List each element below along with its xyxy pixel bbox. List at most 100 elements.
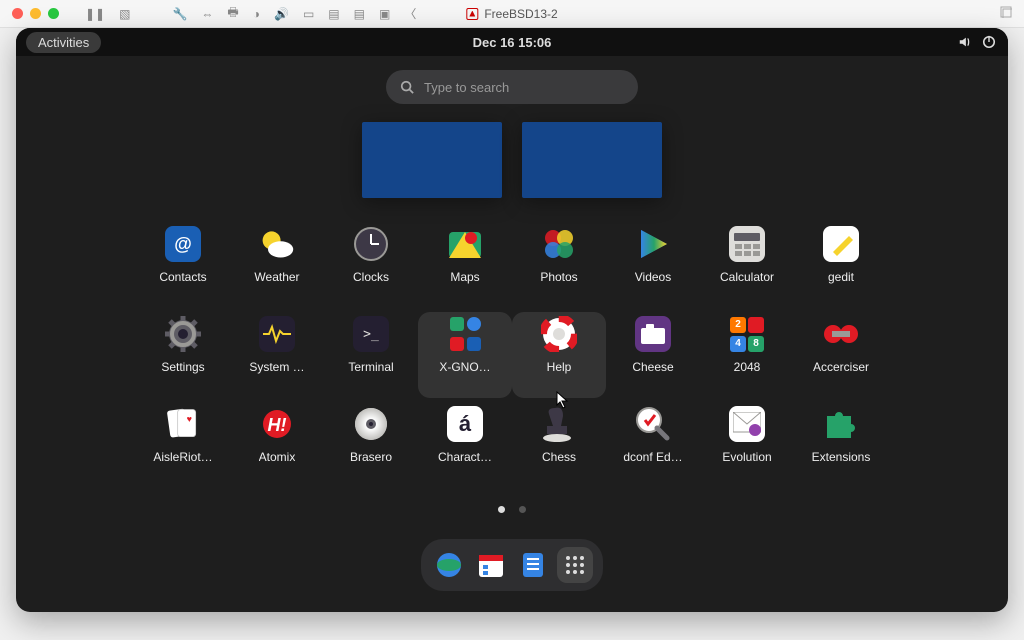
search-bar[interactable] — [386, 70, 638, 104]
app-label: gedit — [828, 270, 854, 284]
close-icon[interactable] — [12, 8, 23, 19]
app-extensions[interactable]: Extensions — [794, 402, 888, 488]
app-label: Terminal — [348, 360, 393, 374]
dash-calendar[interactable] — [473, 547, 509, 583]
printer-icon[interactable]: 🖶 — [227, 3, 238, 24]
host-title: FreeBSD13-2 — [466, 7, 557, 21]
host-titlebar: ❚❚ ▧ 🔧 ⇔ 🖶 ◑ 🔊 ▭ ▤ ▤ ▣ 〈 FreeBSD13-2 — [0, 0, 1024, 28]
app-brasero[interactable]: Brasero — [324, 402, 418, 488]
app-chess[interactable]: Chess — [512, 402, 606, 488]
guest-screen: Activities Dec 16 15:06 @ Contacts — [16, 28, 1008, 612]
svg-text:H!: H! — [268, 415, 287, 435]
gnome-topbar: Activities Dec 16 15:06 — [16, 28, 1008, 56]
dash-show-apps[interactable] — [557, 547, 593, 583]
app-label: X-GNO… — [439, 360, 490, 374]
workspace-2[interactable] — [522, 122, 662, 198]
app-cheese[interactable]: Cheese — [606, 312, 700, 398]
camera-icon[interactable]: ▭ — [303, 3, 314, 24]
app-label: Chess — [542, 450, 576, 464]
volume-icon[interactable] — [958, 35, 972, 49]
activities-button[interactable]: Activities — [26, 32, 101, 53]
app-label: dconf Ed… — [623, 450, 682, 464]
extensions-icon — [823, 406, 859, 442]
app-dconf[interactable]: dconf Ed… — [606, 402, 700, 488]
app-contacts[interactable]: @ Contacts — [136, 222, 230, 308]
folder-icon — [447, 316, 483, 352]
app-label: Help — [547, 360, 572, 374]
host-window: ❚❚ ▧ 🔧 ⇔ 🖶 ◑ 🔊 ▭ ▤ ▤ ▣ 〈 FreeBSD13-2 Act… — [0, 0, 1024, 640]
system-tray[interactable] — [958, 35, 996, 49]
app-label: Calculator — [720, 270, 774, 284]
maps-icon — [447, 226, 483, 262]
minimize-icon[interactable] — [30, 8, 41, 19]
app-label: Weather — [254, 270, 299, 284]
app-aisleriot[interactable]: ♥ AisleRiot… — [136, 402, 230, 488]
snapshot-icon[interactable]: ▧ — [119, 3, 130, 24]
accerciser-icon — [823, 316, 859, 352]
app-label: Cheese — [632, 360, 673, 374]
search-icon — [400, 80, 414, 94]
app-label: System … — [249, 360, 304, 374]
folder-icon[interactable]: ▣ — [379, 3, 390, 24]
workspace-1[interactable] — [362, 122, 502, 198]
app-help[interactable]: Help — [512, 312, 606, 398]
app-atomix[interactable]: H! Atomix — [230, 402, 324, 488]
dash — [421, 539, 603, 591]
terminal-icon: >_ — [353, 316, 389, 352]
zoom-icon[interactable] — [48, 8, 59, 19]
weather-icon — [259, 226, 295, 262]
clock-label[interactable]: Dec 16 15:06 — [473, 35, 552, 50]
activities-overview: @ Contacts Weather Clocks Maps Pho — [16, 56, 1008, 612]
gedit-icon — [823, 226, 859, 262]
app-grid: @ Contacts Weather Clocks Maps Pho — [136, 222, 888, 488]
sound-icon[interactable]: 🔊 — [274, 3, 289, 24]
back-icon[interactable]: 〈 — [404, 3, 416, 24]
app-calculator[interactable]: Calculator — [700, 222, 794, 308]
app-characters[interactable]: á Charact… — [418, 402, 512, 488]
host-expand-icon[interactable] — [1000, 5, 1012, 23]
app-xgnome-folder[interactable]: X-GNO… — [418, 312, 512, 398]
app-label: 2048 — [734, 360, 761, 374]
disk-icon[interactable]: ▤ — [328, 3, 339, 24]
app-label: Brasero — [350, 450, 392, 464]
window-controls — [12, 8, 59, 19]
app-label: Atomix — [259, 450, 296, 464]
system-monitor-icon — [259, 316, 295, 352]
app-gedit[interactable]: gedit — [794, 222, 888, 308]
app-system-monitor[interactable]: System … — [230, 312, 324, 398]
page-dot-2[interactable] — [519, 506, 526, 513]
app-label: Evolution — [722, 450, 771, 464]
settings-app-icon — [165, 316, 201, 352]
app-photos[interactable]: Photos — [512, 222, 606, 308]
app-2048[interactable]: 2 4 8 2048 — [700, 312, 794, 398]
user-icon[interactable]: ◑ — [253, 3, 260, 24]
app-clocks[interactable]: Clocks — [324, 222, 418, 308]
resize-icon[interactable]: ⇔ — [201, 3, 213, 24]
pause-icon[interactable]: ❚❚ — [85, 3, 105, 24]
page-indicator[interactable] — [498, 506, 526, 513]
app-settings[interactable]: Settings — [136, 312, 230, 398]
chess-icon — [541, 406, 577, 442]
app-maps[interactable]: Maps — [418, 222, 512, 308]
page-dot-1[interactable] — [498, 506, 505, 513]
game-2048-icon: 2 4 8 — [729, 316, 765, 352]
app-label: Contacts — [159, 270, 206, 284]
app-terminal[interactable]: >_ Terminal — [324, 312, 418, 398]
app-label: Videos — [635, 270, 671, 284]
power-icon[interactable] — [982, 35, 996, 49]
dash-todo[interactable] — [515, 547, 551, 583]
app-accerciser[interactable]: Accerciser — [794, 312, 888, 398]
disk2-icon[interactable]: ▤ — [354, 3, 365, 24]
app-label: AisleRiot… — [153, 450, 212, 464]
settings-icon[interactable]: 🔧 — [172, 3, 187, 24]
app-evolution[interactable]: Evolution — [700, 402, 794, 488]
svg-text:♥: ♥ — [187, 414, 192, 424]
search-input[interactable] — [424, 80, 624, 95]
app-videos[interactable]: Videos — [606, 222, 700, 308]
dash-web[interactable] — [431, 547, 467, 583]
calendar-icon — [477, 551, 505, 579]
app-weather[interactable]: Weather — [230, 222, 324, 308]
brasero-icon — [353, 406, 389, 442]
videos-icon — [635, 226, 671, 262]
workspace-switcher — [362, 122, 662, 198]
